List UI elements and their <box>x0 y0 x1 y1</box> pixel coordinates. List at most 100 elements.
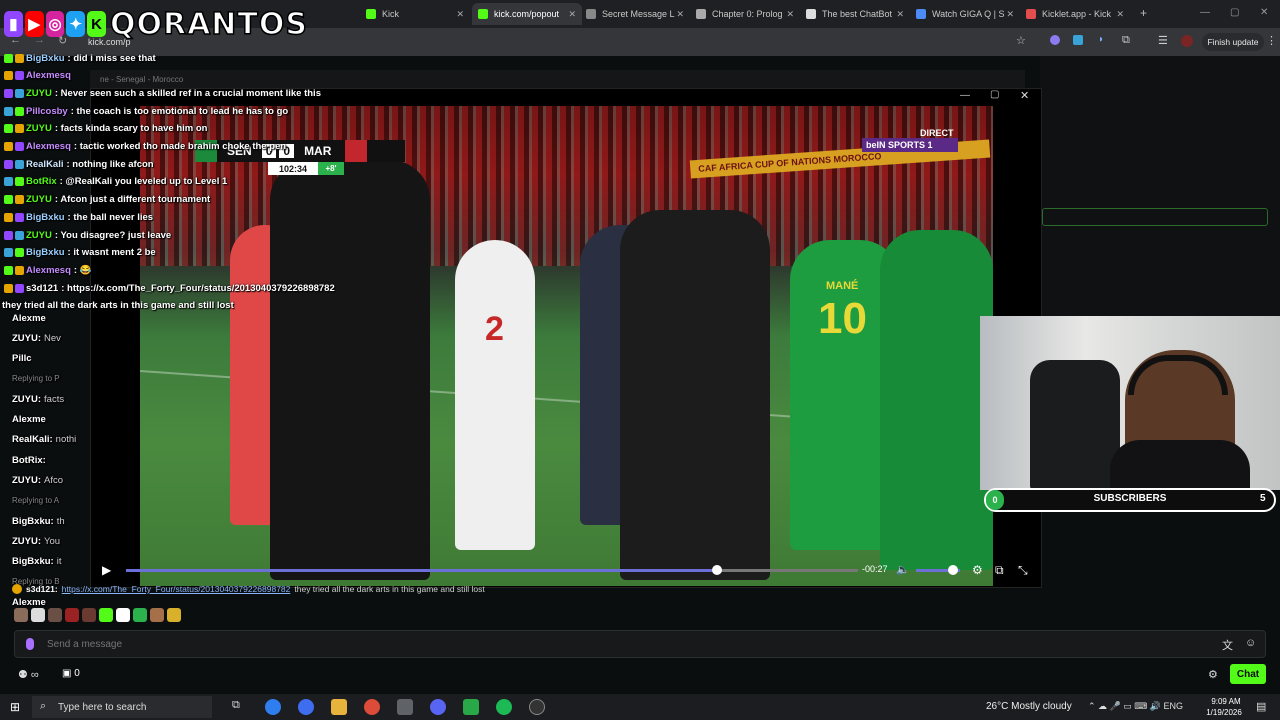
chat-username[interactable]: s3d121 <box>26 283 58 294</box>
browser-tab[interactable]: The best ChatBot ✕ <box>800 3 910 25</box>
translate-extension-icon[interactable] <box>1073 35 1083 45</box>
browser-menu-icon[interactable]: ⋮ <box>1266 34 1277 47</box>
chat-username[interactable]: BotRix <box>26 176 57 187</box>
bookmark-star-icon[interactable]: ☆ <box>1016 34 1026 47</box>
chat-username[interactable]: BotRix: <box>12 455 46 466</box>
emote-icon[interactable] <box>150 608 164 622</box>
chat-username[interactable]: ZUYU: <box>12 333 41 344</box>
clock-date[interactable]: 1/19/2026 <box>1202 708 1246 717</box>
emote-icon[interactable] <box>31 608 45 622</box>
chat-username[interactable]: Alexme <box>12 597 46 608</box>
spotify-icon[interactable] <box>496 699 512 715</box>
tab-close-icon[interactable]: ✕ <box>568 9 576 20</box>
copilot-icon[interactable] <box>265 699 281 715</box>
browser-tab[interactable]: kick.com/popout ✕ <box>472 3 582 25</box>
video-minimize-icon[interactable]: — <box>960 90 970 101</box>
chat-link[interactable]: https://x.com/The_Forty_Four/status/2013… <box>62 584 291 594</box>
emote-icon[interactable] <box>65 608 79 622</box>
emote-icon[interactable] <box>133 608 147 622</box>
new-tab-icon[interactable]: + <box>1140 6 1147 20</box>
chat-input[interactable] <box>47 638 1147 650</box>
chat-username[interactable]: Pillcosby <box>26 106 68 117</box>
chrome-icon[interactable] <box>364 699 380 715</box>
settings-gear-icon[interactable]: ⚙ <box>972 563 983 577</box>
clock-time[interactable]: 9:09 AM <box>1206 697 1246 706</box>
app-icon-gray[interactable] <box>397 699 413 715</box>
chat-settings-icon[interactable]: ⚙ <box>1208 668 1218 681</box>
obs-icon[interactable] <box>529 699 545 715</box>
mic-icon[interactable] <box>26 638 34 650</box>
chat-username[interactable]: Alexme <box>12 414 46 425</box>
puzzle-extensions-icon[interactable]: ⧉ <box>1122 34 1130 47</box>
tab-close-icon[interactable]: ✕ <box>1116 9 1124 20</box>
windows-start-icon[interactable]: ⊞ <box>10 700 20 714</box>
notifications-icon[interactable]: ▤ <box>1256 700 1266 713</box>
language-indicator[interactable]: ENG <box>1163 701 1183 711</box>
translate-icon[interactable]: 文 <box>1222 637 1233 653</box>
volume-handle[interactable] <box>948 565 958 575</box>
popout-icon[interactable]: ⧉ <box>995 563 1004 578</box>
file-explorer-icon[interactable] <box>331 699 347 715</box>
emoji-icon[interactable]: ☺ <box>1245 637 1256 649</box>
video-close-icon[interactable]: ✕ <box>1020 89 1029 102</box>
chat-username[interactable]: ZUYU: <box>12 536 41 547</box>
finish-update-button[interactable]: Finish update <box>1202 33 1264 51</box>
chat-username[interactable]: ZUYU <box>26 88 52 99</box>
chat-username[interactable]: RealKali <box>26 159 64 170</box>
tab-close-icon[interactable]: ✕ <box>1006 9 1014 20</box>
system-tray[interactable]: ⌃ ☁ 🎤 ▭ ⌨ 🔊 ENG <box>1088 701 1183 712</box>
profile-avatar[interactable] <box>1181 35 1193 47</box>
chat-username[interactable]: BigBxku: <box>12 516 54 527</box>
tab-close-icon[interactable]: ✕ <box>786 9 794 20</box>
taskbar-search[interactable]: ⌕ Type here to search <box>32 696 212 718</box>
browser-tab[interactable]: Watch GIGA Q | S ✕ <box>910 3 1020 25</box>
community-icon[interactable]: ⚉ ∞ <box>18 668 39 681</box>
chat-username[interactable]: s3d121: <box>26 584 58 594</box>
app-icon-green[interactable] <box>463 699 479 715</box>
audio-extension-icon[interactable]: ◗ <box>1098 34 1104 45</box>
chat-username[interactable]: Alexmesq <box>26 265 71 276</box>
weather-widget[interactable]: 26°C Mostly cloudy <box>986 701 1072 712</box>
seek-handle[interactable] <box>712 565 722 575</box>
browser-tab[interactable]: Kicklet.app - Kick ✕ <box>1020 3 1130 25</box>
chat-username[interactable]: Alexme <box>12 313 46 324</box>
chat-username[interactable]: Alexmesq <box>26 141 71 152</box>
chat-username[interactable]: Pillc <box>12 353 32 364</box>
browser-tab[interactable]: Secret Message L ✕ <box>580 3 690 25</box>
chat-username[interactable]: ZUYU <box>26 194 52 205</box>
chat-username[interactable]: BigBxku <box>26 247 65 258</box>
minimize-icon[interactable]: — <box>1200 7 1210 18</box>
chat-username[interactable]: ZUYU <box>26 123 52 134</box>
chat-send-button[interactable]: Chat <box>1230 664 1266 684</box>
emote-icon[interactable] <box>82 608 96 622</box>
reading-list-icon[interactable]: ☰ <box>1158 34 1168 47</box>
play-icon[interactable]: ▶ <box>102 563 116 577</box>
chat-username[interactable]: Alexmesq <box>26 70 71 81</box>
emote-icon[interactable] <box>116 608 130 622</box>
chat-message-box[interactable] <box>14 630 1266 658</box>
task-view-icon[interactable]: ⧉ <box>232 699 248 715</box>
app-icon-blue[interactable] <box>298 699 314 715</box>
chat-username[interactable]: ZUYU: <box>12 394 41 405</box>
exit-fullscreen-icon[interactable]: ⤡ <box>1018 563 1028 578</box>
emote-icon[interactable] <box>48 608 62 622</box>
chat-username[interactable]: RealKali: <box>12 434 53 445</box>
tab-close-icon[interactable]: ✕ <box>456 9 464 20</box>
video-maximize-icon[interactable]: ▢ <box>990 89 999 100</box>
tab-close-icon[interactable]: ✕ <box>676 9 684 20</box>
browser-tab[interactable]: Kick ✕ <box>360 3 470 25</box>
tab-close-icon[interactable]: ✕ <box>896 9 904 20</box>
chat-username[interactable]: ZUYU: <box>12 475 41 486</box>
volume-icon[interactable]: 🔈 <box>896 563 910 576</box>
chat-username[interactable]: ZUYU <box>26 230 52 241</box>
emote-icon[interactable] <box>99 608 113 622</box>
browser-tab[interactable]: Chapter 0: Prolog ✕ <box>690 3 800 25</box>
extension-icon[interactable] <box>1050 35 1060 45</box>
close-window-icon[interactable]: ✕ <box>1260 7 1268 18</box>
chat-username[interactable]: BigBxku <box>26 53 65 64</box>
channel-points[interactable]: ▣ 0 <box>62 668 80 679</box>
chat-username[interactable]: BigBxku <box>26 212 65 223</box>
maximize-icon[interactable]: ▢ <box>1230 7 1239 18</box>
emote-icon[interactable] <box>14 608 28 622</box>
chat-username[interactable]: BigBxku: <box>12 556 54 567</box>
